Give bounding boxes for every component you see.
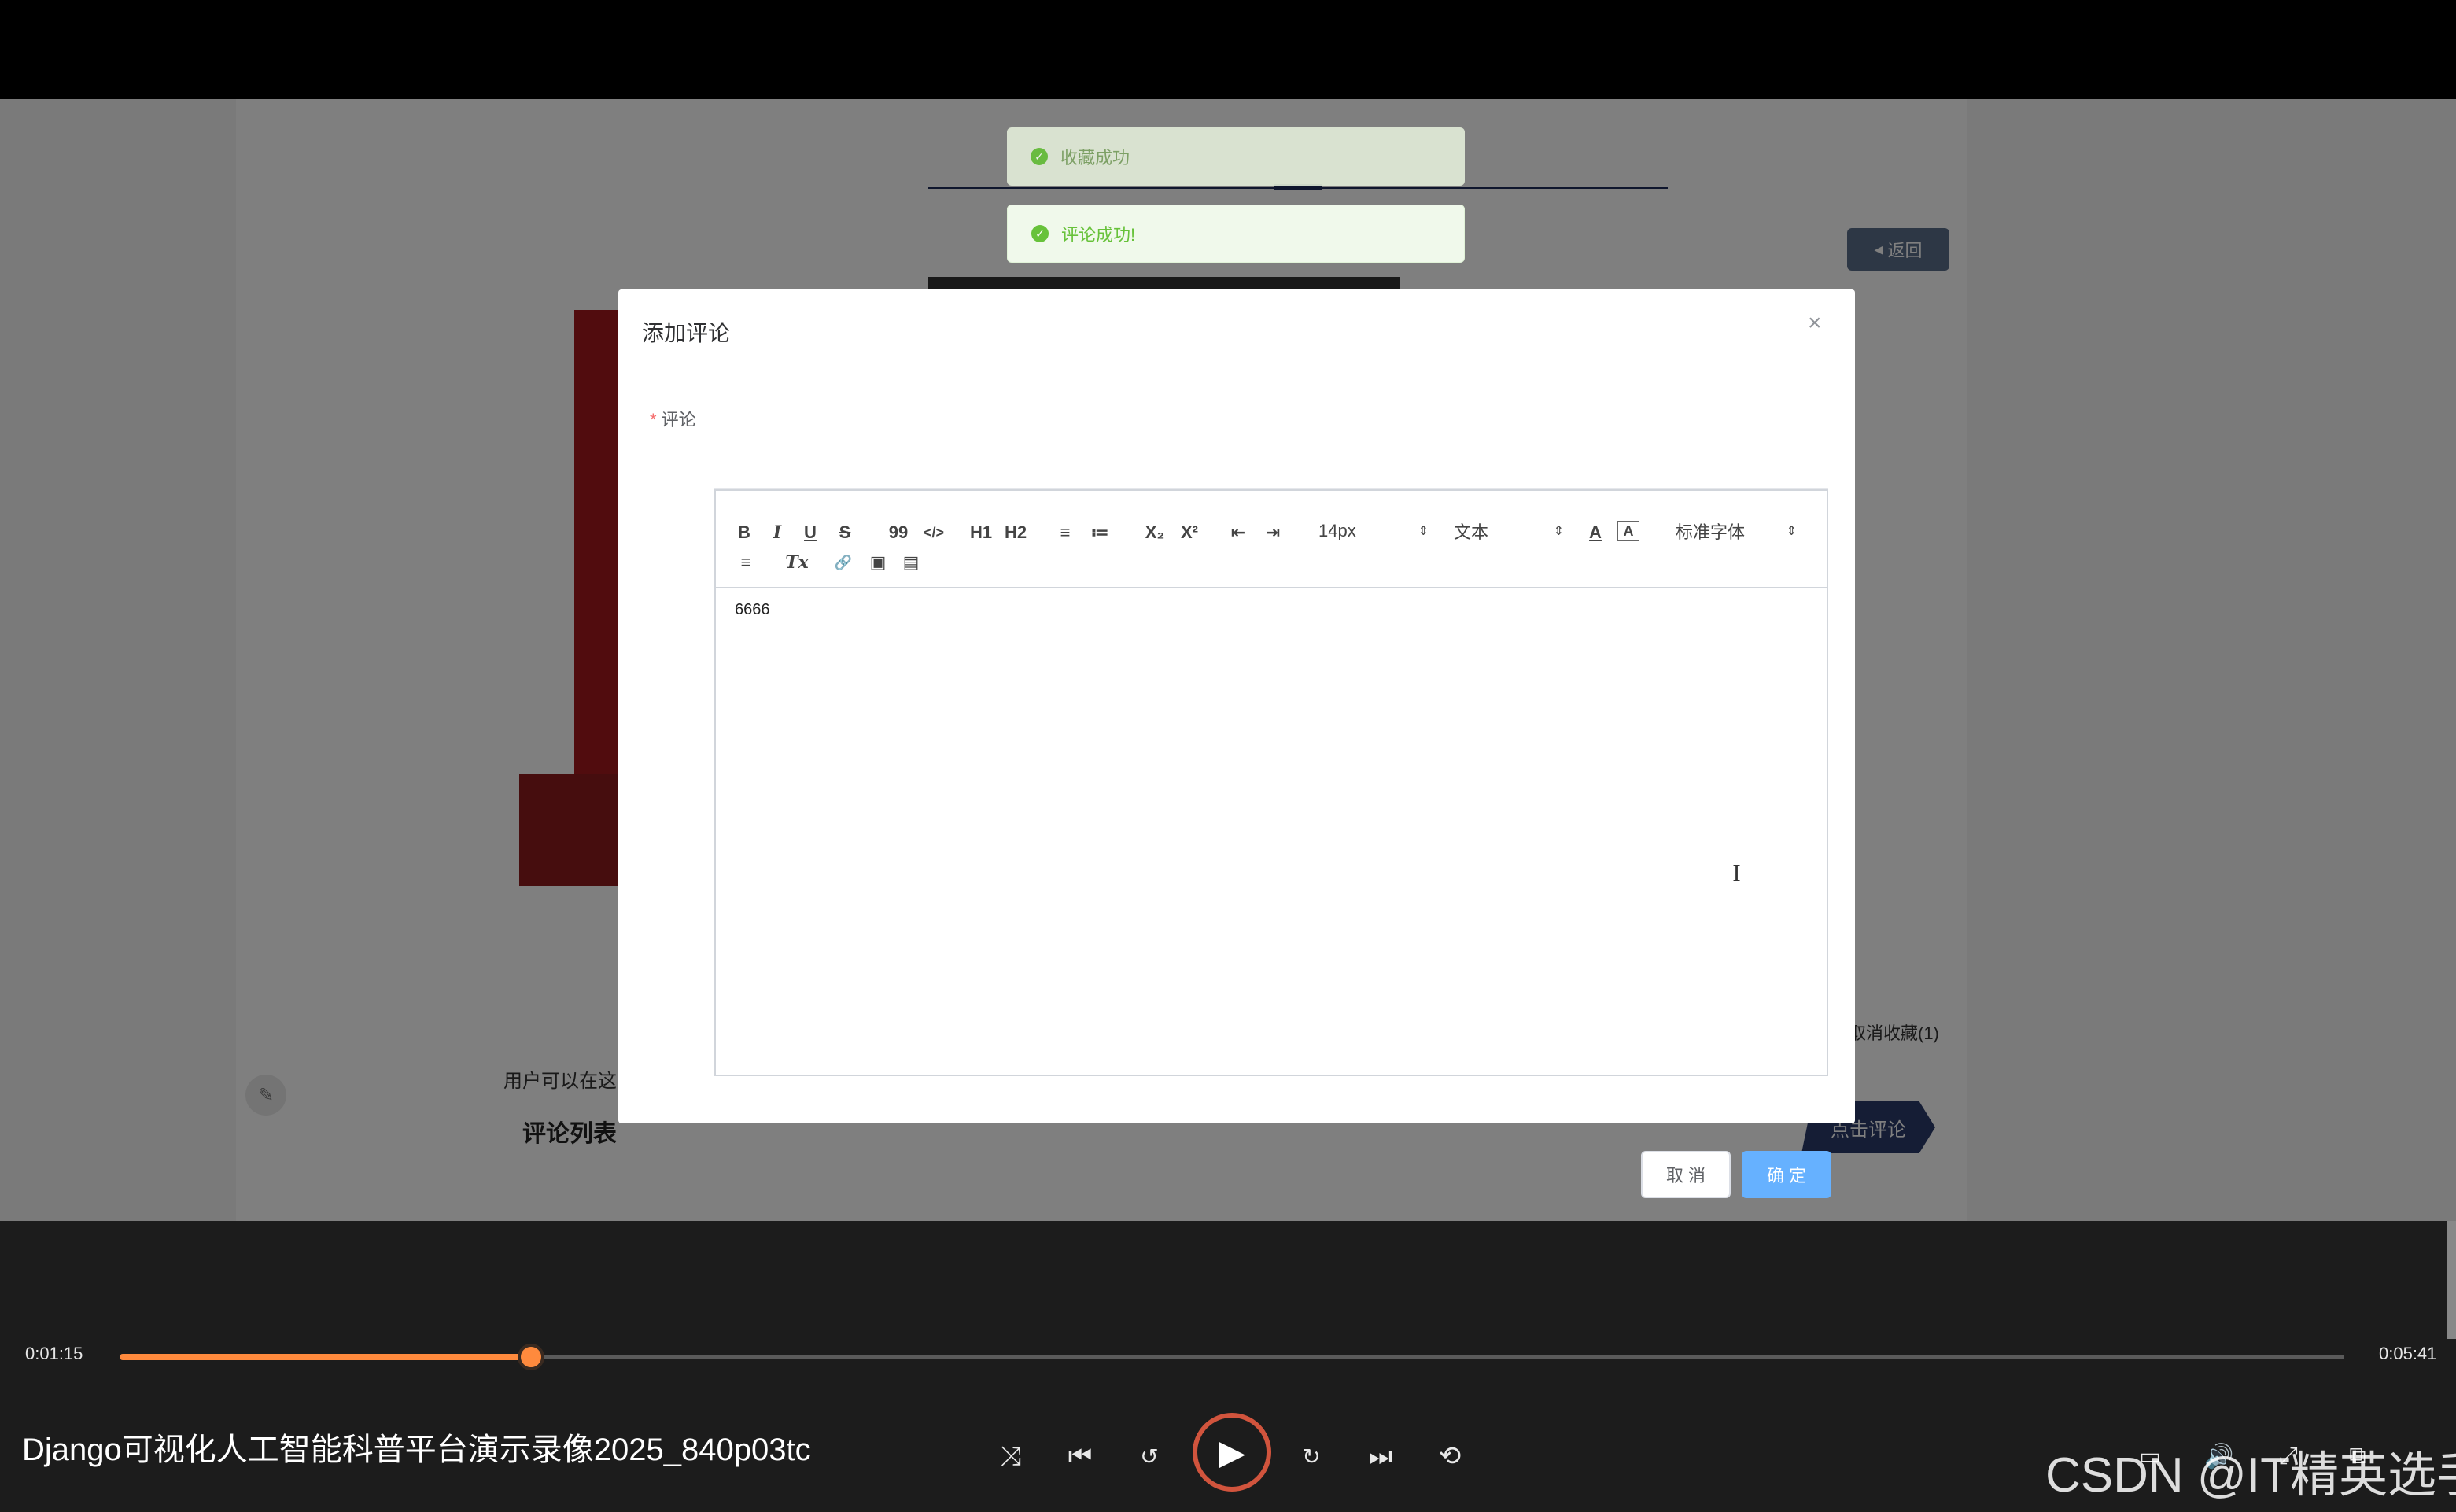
- cancel-button[interactable]: 取 消: [1641, 1151, 1731, 1198]
- align-icon[interactable]: ≡: [733, 551, 758, 574]
- background-color-button[interactable]: A: [1617, 521, 1639, 541]
- scrollbar[interactable]: [2447, 1221, 2456, 1339]
- bold-button[interactable]: B: [733, 521, 755, 544]
- select-arrows-icon: ⇕: [1786, 525, 1797, 538]
- toast-comment-text: 评论成功!: [1061, 225, 1136, 245]
- forward-30-icon[interactable]: ↻: [1290, 1435, 1333, 1477]
- text-type-select[interactable]: 文本 ⇕: [1454, 519, 1564, 543]
- comment-field-label: * 评论: [650, 406, 696, 431]
- toast-comment-success: ✓ 评论成功!: [1007, 205, 1465, 263]
- font-size-value: 14px: [1318, 521, 1356, 540]
- outdent-icon[interactable]: ⇤: [1226, 521, 1251, 544]
- code-block-button[interactable]: </>: [919, 521, 949, 544]
- required-mark: *: [650, 410, 657, 430]
- media-title: Django可视化人工智能科普平台演示录像2025_840p03tc: [22, 1433, 811, 1467]
- editor-content-area[interactable]: 6666: [735, 601, 770, 619]
- font-size-select[interactable]: 14px ⇕: [1318, 519, 1429, 543]
- check-circle-icon: ✓: [1031, 225, 1049, 242]
- check-circle-icon: ✓: [1031, 148, 1048, 165]
- confirm-label: 确 定: [1766, 1166, 1807, 1186]
- close-icon[interactable]: ×: [1808, 310, 1822, 337]
- editor-toolbar: B I U S 99 </> H1 H2 ≡ ≔ X₂ X² ⇤ ⇥ 14px …: [716, 491, 1827, 588]
- cancel-label: 取 消: [1665, 1166, 1706, 1186]
- italic-button[interactable]: I: [766, 521, 788, 544]
- toast-favorite-success: ✓ 收藏成功: [1007, 127, 1465, 186]
- image-icon[interactable]: ▣: [865, 551, 891, 574]
- dialog-title: 添加评论: [642, 321, 731, 345]
- add-comment-dialog: 添加评论 × * 评论 B I U S 99 </> H1 H2 ≡ ≔ X₂ X…: [618, 289, 1855, 1198]
- select-arrows-icon: ⇕: [1418, 525, 1429, 538]
- video-frame: ◂ 返回 取消收藏(1) 用户可以在这 评论列表 点击评论 ✎ ✓ 收藏成功 ✓…: [0, 99, 2456, 1221]
- underline-button[interactable]: U: [799, 521, 821, 544]
- comment-label-text: 评论: [661, 410, 696, 430]
- superscript-button[interactable]: X²: [1175, 521, 1204, 544]
- total-time: 0:05:41: [2379, 1344, 2437, 1363]
- font-family-value: 标准字体: [1676, 522, 1746, 542]
- heading1-button[interactable]: H1: [966, 521, 996, 544]
- rich-text-editor: B I U S 99 </> H1 H2 ≡ ≔ X₂ X² ⇤ ⇥ 14px …: [714, 489, 1828, 1076]
- clear-format-button[interactable]: Tx: [784, 551, 810, 574]
- media-player-bar: 0:01:15 0:05:41 Django可视化人工智能科普平台演示录像202…: [0, 1221, 2456, 1512]
- current-time: 0:01:15: [25, 1344, 83, 1363]
- text-cursor-icon: I: [1732, 861, 1742, 887]
- link-icon[interactable]: 🔗: [831, 551, 856, 574]
- next-icon[interactable]: ⏭: [1359, 1435, 1402, 1477]
- font-color-button[interactable]: A: [1584, 521, 1606, 544]
- top-letterbox: [0, 0, 2456, 99]
- font-family-select[interactable]: 标准字体 ⇕: [1676, 519, 1797, 543]
- toast-favorite-text: 收藏成功: [1060, 148, 1130, 168]
- video-icon[interactable]: ▤: [898, 551, 924, 574]
- text-type-value: 文本: [1454, 522, 1489, 542]
- play-icon[interactable]: ▶: [1193, 1413, 1271, 1492]
- shuffle-icon[interactable]: ⤨: [990, 1435, 1032, 1477]
- heading2-button[interactable]: H2: [1001, 521, 1031, 544]
- confirm-button[interactable]: 确 定: [1742, 1151, 1831, 1198]
- bullet-list-icon[interactable]: ≔: [1087, 521, 1112, 544]
- rewind-10-icon[interactable]: ↺: [1128, 1435, 1171, 1477]
- seek-thumb[interactable]: [518, 1344, 544, 1370]
- watermark: CSDN @IT精英选手: [2045, 1448, 2456, 1503]
- ordered-list-icon[interactable]: ≡: [1053, 521, 1078, 544]
- strikethrough-button[interactable]: S: [834, 521, 856, 544]
- subscript-button[interactable]: X₂: [1141, 521, 1169, 544]
- indent-icon[interactable]: ⇥: [1260, 521, 1285, 544]
- select-arrows-icon: ⇕: [1553, 525, 1564, 538]
- seek-progress: [120, 1354, 531, 1360]
- repeat-off-icon[interactable]: ⟲: [1429, 1435, 1471, 1477]
- blockquote-button[interactable]: 99: [886, 521, 911, 544]
- previous-icon[interactable]: ⏮: [1059, 1435, 1101, 1477]
